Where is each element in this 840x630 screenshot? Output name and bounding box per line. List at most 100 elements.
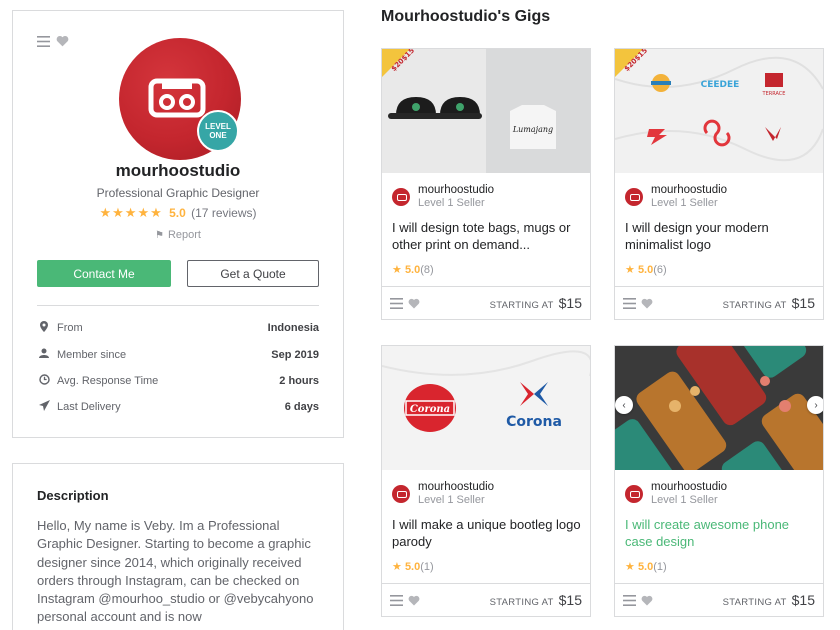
seller-avatar-small [625,484,643,503]
report-link[interactable]: ⚑ Report [13,229,343,241]
stat-value: 2 hours [279,375,319,387]
gig-rating-count: (6) [653,264,667,276]
description-card: Description Hello, My name is Veby. Im a… [12,463,344,630]
promo-ribbon: $20$15 [615,49,649,77]
gig3-logo-left: Corona [410,404,450,415]
stat-from: From Indonesia [37,321,319,335]
heart-icon[interactable] [56,35,69,47]
gig-footer: STARTING AT $15 [615,286,823,319]
gig-thumbnail[interactable]: ‹ › [615,346,823,470]
gig-rating: ★ 5.0(8) [392,263,434,276]
user-icon [37,348,51,361]
gig-rating: ★ 5.0(1) [392,560,434,573]
carousel-prev-button[interactable]: ‹ [615,396,633,414]
list-icon[interactable] [390,298,403,309]
price: $15 [558,591,582,608]
gig-thumbnail[interactable]: Corona Corona [382,346,590,470]
seller-level: Level 1 Seller [418,197,485,209]
gig-card[interactable]: CEEDEE TERRACE $20$15 mourhoostudio Leve… [614,48,824,320]
price-label: STARTING AT [722,299,787,311]
seller-name[interactable]: mourhoostudio [651,480,727,494]
heart-icon[interactable] [408,298,420,309]
stat-value: Indonesia [267,322,319,334]
gig-title[interactable]: I will design your modern minimalist log… [625,220,817,253]
gig-title[interactable]: I will design tote bags, mugs or other p… [392,220,584,253]
price: $15 [558,294,582,311]
gig-rating: ★ 5.0(6) [625,263,667,276]
username[interactable]: mourhoostudio [13,161,343,181]
heart-icon[interactable] [408,595,420,606]
report-label: Report [167,229,201,241]
heart-icon[interactable] [641,595,653,606]
star-icon: ★ [392,264,402,276]
heart-icon[interactable] [641,298,653,309]
seller-rating: ★★★★★ 5.0 (17 reviews) [13,205,343,221]
seller-avatar-small [625,187,643,206]
list-icon[interactable] [390,595,403,606]
stat-response-time: Avg. Response Time 2 hours [37,374,319,388]
star-icon: ★ [625,561,635,573]
stat-value: Sep 2019 [271,348,319,361]
gig-rating-value: 5.0 [404,264,421,276]
seller-level: Level 1 Seller [418,494,485,506]
gig-rating-count: (8) [420,264,434,276]
gig-footer: STARTING AT $15 [382,583,590,616]
gig-seller[interactable]: mourhoostudio Level 1 Seller [392,183,494,210]
gig2-logo-right: TERRACE [762,91,786,97]
stat-label: Member since [57,348,127,361]
gig3-logo-right: Corona [506,414,562,430]
price: $15 [791,591,815,608]
svg-text:Lumajang: Lumajang [512,125,553,134]
rating-reviews[interactable]: (17 reviews) [191,206,256,220]
contact-me-button[interactable]: Contact Me [37,260,171,287]
description-body: Hello, My name is Veby. Im a Professiona… [37,518,314,625]
gig-footer: STARTING AT $15 [382,286,590,319]
gig-card[interactable]: Lumajang $20$15 mourhoostudio Level 1 Se… [381,48,591,320]
divider [37,305,319,306]
rating-stars: ★★★★★ [99,205,163,220]
level-badge: LEVEL ONE [197,110,239,152]
gig-rating-count: (1) [420,561,434,573]
seller-name[interactable]: mourhoostudio [418,183,494,197]
gig-seller[interactable]: mourhoostudio Level 1 Seller [625,183,727,210]
price: $15 [791,294,815,311]
paper-plane-icon [37,400,51,414]
clock-icon [37,374,51,388]
star-icon: ★ [625,264,635,276]
list-icon[interactable] [623,298,636,309]
gig-thumbnail[interactable]: Lumajang $20$15 [382,49,590,173]
seller-level: Level 1 Seller [651,494,718,506]
gig-rating-value: 5.0 [637,561,654,573]
gig-thumbnail[interactable]: CEEDEE TERRACE $20$15 [615,49,823,173]
list-icon[interactable] [623,595,636,606]
gig-seller[interactable]: mourhoostudio Level 1 Seller [625,480,727,507]
list-icon[interactable] [37,35,50,47]
gig-footer: STARTING AT $15 [615,583,823,616]
rating-score: 5.0 [169,206,186,220]
gig-rating-value: 5.0 [637,264,654,276]
seller-name[interactable]: mourhoostudio [651,183,727,197]
gig-seller[interactable]: mourhoostudio Level 1 Seller [392,480,494,507]
stat-last-delivery: Last Delivery 6 days [37,400,319,414]
gig-rating-value: 5.0 [404,561,421,573]
tape-logo-icon [148,78,206,118]
seller-avatar-small [392,187,410,206]
gig-card[interactable]: ‹ › mourhoostudio Level 1 Seller I will … [614,345,824,617]
flag-icon: ⚑ [155,230,164,241]
location-pin-icon [37,321,51,335]
seller-name[interactable]: mourhoostudio [418,480,494,494]
promo-ribbon: $20$15 [382,49,416,77]
gigs-section-title: Mourhoostudio's Gigs [381,8,551,25]
price-label: STARTING AT [489,299,554,311]
gig2-logo-left: CEEDEE [701,80,740,90]
gig-card[interactable]: Corona Corona mourhoostudio Level 1 Sell… [381,345,591,617]
get-quote-button[interactable]: Get a Quote [187,260,319,287]
gig-title[interactable]: I will make a unique bootleg logo parody [392,517,584,550]
price-label: STARTING AT [489,596,554,608]
carousel-next-button[interactable]: › [807,396,823,414]
star-icon: ★ [392,561,402,573]
seller-avatar-small [392,484,410,503]
gig-title[interactable]: I will create awesome phone case design [625,517,817,550]
gig-rating: ★ 5.0(1) [625,560,667,573]
stat-member-since: Member since Sep 2019 [37,348,319,361]
